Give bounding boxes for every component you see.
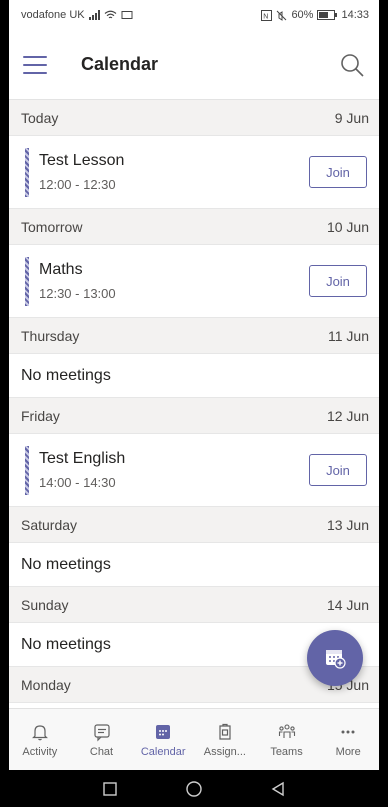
clock: 14:33 xyxy=(341,9,369,21)
phone-screen: vodafone UK N 60% 14:33 Calendar Today 9… xyxy=(9,0,379,807)
tab-chat[interactable]: Chat xyxy=(71,709,133,770)
search-icon[interactable] xyxy=(339,52,365,78)
carrier-label: vodafone UK xyxy=(21,9,85,21)
system-nav-bar xyxy=(9,770,379,807)
day-label: Saturday xyxy=(21,516,78,533)
status-bar: vodafone UK N 60% 14:33 xyxy=(9,0,379,30)
battery-icon xyxy=(317,10,338,20)
tab-label: Calendar xyxy=(140,745,186,758)
no-meetings-label: No meetings xyxy=(9,543,379,587)
join-button[interactable]: Join xyxy=(309,156,367,188)
meeting-time: 14:00 - 14:30 xyxy=(39,475,116,490)
tab-label: Teams xyxy=(270,745,303,758)
svg-text:N: N xyxy=(264,13,269,20)
no-meetings-label: No meetings xyxy=(9,354,379,398)
day-header: Thursday 11 Jun xyxy=(9,318,379,354)
meeting-title: Test Lesson xyxy=(39,152,125,169)
meeting-stripe xyxy=(25,446,29,495)
day-date: 10 Jun xyxy=(326,218,369,235)
more-icon xyxy=(341,730,355,733)
app-header: Calendar xyxy=(9,30,379,100)
day-label: Sunday xyxy=(21,596,69,613)
page-title: Calendar xyxy=(81,54,159,74)
tab-label: Chat xyxy=(89,745,114,758)
tab-teams[interactable]: Teams xyxy=(256,709,318,770)
day-date: 14 Jun xyxy=(326,596,369,613)
day-header: Today 9 Jun xyxy=(9,100,379,136)
chat-icon xyxy=(93,723,110,741)
teams-icon xyxy=(278,723,295,738)
tab-activity[interactable]: Activity xyxy=(9,709,71,770)
day-label: Friday xyxy=(21,407,60,424)
meeting-stripe xyxy=(25,257,29,306)
meeting-item[interactable]: Maths 12:30 - 13:00 Join xyxy=(9,245,379,318)
tab-label: Activity xyxy=(22,745,58,758)
agenda-list[interactable]: Today 9 Jun Test Lesson 12:00 - 12:30 Jo… xyxy=(9,100,379,708)
day-date: 9 Jun xyxy=(334,109,369,126)
tab-assignments[interactable]: Assign... xyxy=(194,709,256,770)
meeting-title: Maths xyxy=(39,261,83,278)
tab-more[interactable]: More xyxy=(317,709,379,770)
tab-label: More xyxy=(335,745,361,758)
calendar-icon xyxy=(156,724,171,739)
recents-icon[interactable] xyxy=(102,781,118,797)
meeting-item[interactable]: Test English 14:00 - 14:30 Join xyxy=(9,434,379,507)
day-label: Thursday xyxy=(21,327,80,344)
day-label: Today xyxy=(21,109,59,126)
day-header: Saturday 13 Jun xyxy=(9,507,379,543)
screen-icon xyxy=(121,11,133,19)
tab-calendar[interactable]: Calendar xyxy=(132,709,194,770)
bell-icon xyxy=(31,724,48,740)
new-meeting-button[interactable] xyxy=(307,630,363,686)
meeting-stripe xyxy=(25,148,29,197)
day-header: Sunday 14 Jun xyxy=(9,587,379,623)
signal-icon xyxy=(88,10,100,20)
join-button[interactable]: Join xyxy=(309,265,367,297)
day-date: 13 Jun xyxy=(326,516,369,533)
home-icon[interactable] xyxy=(185,780,203,798)
hamburger-menu-icon[interactable] xyxy=(23,55,47,74)
meeting-time: 12:30 - 13:00 xyxy=(39,286,116,301)
wifi-icon xyxy=(104,10,116,19)
day-header: Tomorrow 10 Jun xyxy=(9,209,379,245)
battery-percent: 60% xyxy=(291,9,314,21)
meeting-item[interactable]: Test Lesson 12:00 - 12:30 Join xyxy=(9,136,379,209)
assignments-icon xyxy=(219,723,231,740)
nfc-icon: N xyxy=(261,9,273,21)
back-icon[interactable] xyxy=(270,781,286,797)
calendar-add-icon xyxy=(326,650,346,669)
bottom-nav: Activity Chat Calendar Assign... Teams M… xyxy=(9,708,379,770)
meeting-time: 12:00 - 12:30 xyxy=(39,177,116,192)
mute-icon xyxy=(277,10,287,21)
day-date: 11 Jun xyxy=(328,327,369,344)
meeting-title: Test English xyxy=(39,450,126,467)
day-date: 12 Jun xyxy=(326,407,369,424)
tab-label: Assign... xyxy=(203,745,246,758)
join-button[interactable]: Join xyxy=(309,454,367,486)
day-header: Friday 12 Jun xyxy=(9,398,379,434)
day-label: Tomorrow xyxy=(21,218,83,235)
day-label: Monday xyxy=(21,676,71,693)
